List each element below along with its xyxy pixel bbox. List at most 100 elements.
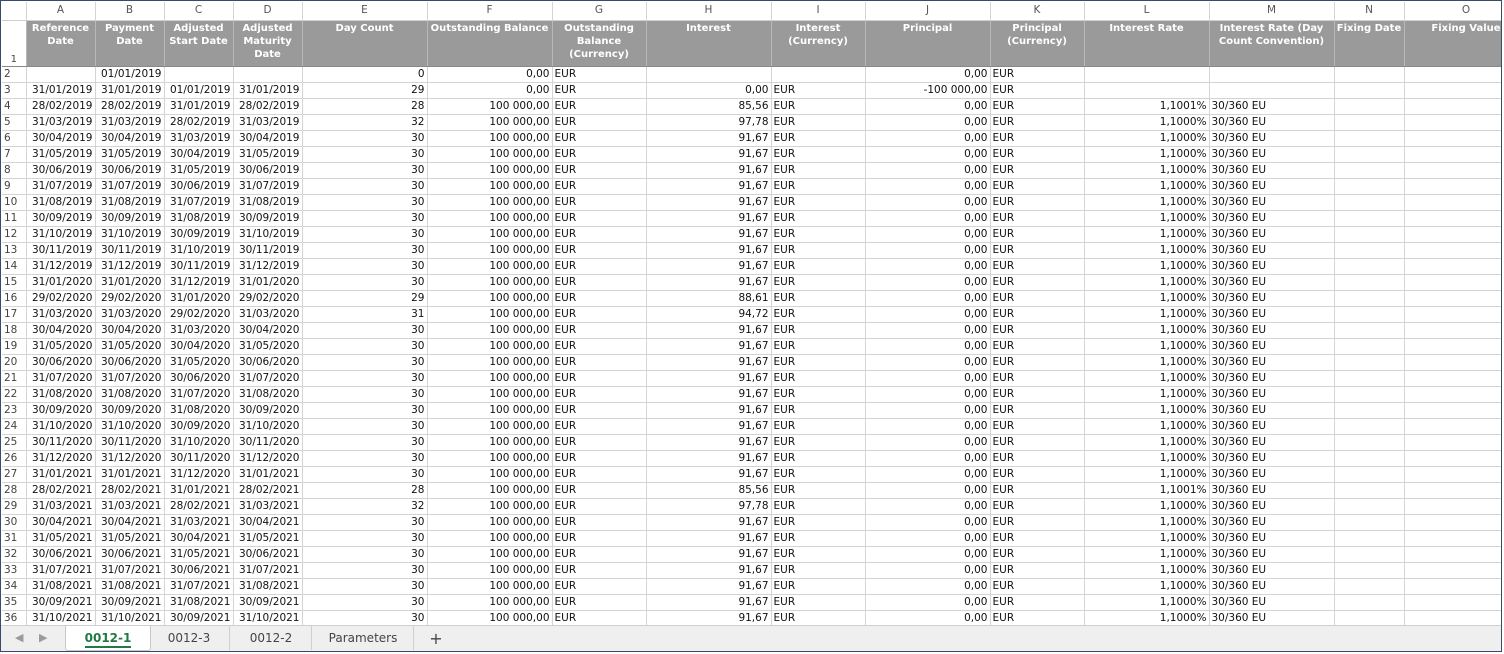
- cell-n[interactable]: [1334, 594, 1405, 611]
- cell-n[interactable]: [1334, 82, 1405, 99]
- cell-l[interactable]: 1,1000%: [1084, 114, 1210, 131]
- cell-j[interactable]: 0,00: [865, 370, 991, 387]
- cell-a[interactable]: 31/10/2020: [26, 418, 96, 435]
- cell-b[interactable]: 31/01/2019: [95, 82, 165, 99]
- cell-f[interactable]: 100 000,00: [427, 226, 553, 243]
- cell-m[interactable]: 30/360 EU: [1209, 370, 1335, 387]
- cell-a[interactable]: 28/02/2019: [26, 98, 96, 115]
- cell-c[interactable]: 31/07/2020: [164, 386, 234, 403]
- cell-g[interactable]: EUR: [552, 226, 647, 243]
- column-letter-g[interactable]: G: [552, 2, 647, 21]
- cell-e[interactable]: 30: [302, 162, 428, 179]
- cell-i[interactable]: EUR: [771, 434, 866, 451]
- cell-i[interactable]: EUR: [771, 178, 866, 195]
- cell-a[interactable]: 30/06/2019: [26, 162, 96, 179]
- cell-e[interactable]: 30: [302, 386, 428, 403]
- row-number[interactable]: 10: [2, 194, 27, 211]
- cell-h[interactable]: 94,72: [646, 306, 772, 323]
- cell-d[interactable]: 31/05/2019: [233, 146, 303, 163]
- cell-g[interactable]: EUR: [552, 322, 647, 339]
- cell-g[interactable]: EUR: [552, 530, 647, 547]
- cell-i[interactable]: EUR: [771, 530, 866, 547]
- cell-h[interactable]: 91,67: [646, 594, 772, 611]
- cell-e[interactable]: 30: [302, 258, 428, 275]
- cell-l[interactable]: 1,1000%: [1084, 338, 1210, 355]
- cell-i[interactable]: EUR: [771, 162, 866, 179]
- cell-e[interactable]: 32: [302, 498, 428, 515]
- cell-n[interactable]: [1334, 610, 1405, 625]
- column-letter-h[interactable]: H: [646, 2, 772, 21]
- cell-b[interactable]: 31/05/2021: [95, 530, 165, 547]
- cell-b[interactable]: 31/12/2020: [95, 450, 165, 467]
- cell-a[interactable]: 30/04/2019: [26, 130, 96, 147]
- cell-h[interactable]: 91,67: [646, 146, 772, 163]
- cell-d[interactable]: 31/01/2020: [233, 274, 303, 291]
- cell-o[interactable]: [1404, 114, 1501, 131]
- cell-o[interactable]: [1404, 306, 1501, 323]
- cell-l[interactable]: 1,1000%: [1084, 514, 1210, 531]
- cell-j[interactable]: 0,00: [865, 450, 991, 467]
- cell-n[interactable]: [1334, 274, 1405, 291]
- cell-d[interactable]: 30/04/2021: [233, 514, 303, 531]
- cell-f[interactable]: 100 000,00: [427, 578, 553, 595]
- cell-h[interactable]: 91,67: [646, 578, 772, 595]
- cell-k[interactable]: EUR: [990, 482, 1085, 499]
- cell-o[interactable]: [1404, 466, 1501, 483]
- cell-e[interactable]: 30: [302, 226, 428, 243]
- cell-i[interactable]: EUR: [771, 466, 866, 483]
- cell-o[interactable]: [1404, 578, 1501, 595]
- cell-d[interactable]: 31/07/2019: [233, 178, 303, 195]
- cell-m[interactable]: 30/360 EU: [1209, 482, 1335, 499]
- cell-e[interactable]: 30: [302, 354, 428, 371]
- cell-a[interactable]: 31/08/2021: [26, 578, 96, 595]
- cell-j[interactable]: 0,00: [865, 258, 991, 275]
- cell-l[interactable]: 1,1000%: [1084, 498, 1210, 515]
- column-letter-e[interactable]: E: [302, 2, 428, 21]
- cell-c[interactable]: 31/03/2021: [164, 514, 234, 531]
- cell-i[interactable]: EUR: [771, 354, 866, 371]
- row-number[interactable]: 29: [2, 498, 27, 515]
- cell-h[interactable]: [646, 66, 772, 83]
- cell-k[interactable]: EUR: [990, 258, 1085, 275]
- header-cell-l[interactable]: Interest Rate: [1084, 20, 1210, 67]
- cell-k[interactable]: EUR: [990, 114, 1085, 131]
- cell-j[interactable]: 0,00: [865, 434, 991, 451]
- cell-k[interactable]: EUR: [990, 434, 1085, 451]
- cell-l[interactable]: [1084, 66, 1210, 83]
- cell-d[interactable]: 31/08/2021: [233, 578, 303, 595]
- cell-a[interactable]: 30/04/2021: [26, 514, 96, 531]
- cell-o[interactable]: [1404, 530, 1501, 547]
- cell-d[interactable]: 31/12/2019: [233, 258, 303, 275]
- cell-k[interactable]: EUR: [990, 194, 1085, 211]
- cell-g[interactable]: EUR: [552, 146, 647, 163]
- row-number[interactable]: 11: [2, 210, 27, 227]
- cell-i[interactable]: EUR: [771, 482, 866, 499]
- cell-d[interactable]: 31/01/2019: [233, 82, 303, 99]
- cell-d[interactable]: 30/11/2020: [233, 434, 303, 451]
- cell-j[interactable]: 0,00: [865, 274, 991, 291]
- cell-h[interactable]: 91,67: [646, 322, 772, 339]
- row-number[interactable]: 14: [2, 258, 27, 275]
- cell-e[interactable]: 30: [302, 274, 428, 291]
- cell-g[interactable]: EUR: [552, 594, 647, 611]
- cell-o[interactable]: [1404, 66, 1501, 83]
- row-number[interactable]: 19: [2, 338, 27, 355]
- cell-f[interactable]: 100 000,00: [427, 162, 553, 179]
- cell-g[interactable]: EUR: [552, 514, 647, 531]
- cell-g[interactable]: EUR: [552, 162, 647, 179]
- cell-o[interactable]: [1404, 274, 1501, 291]
- cell-h[interactable]: 91,67: [646, 386, 772, 403]
- cell-c[interactable]: [164, 66, 234, 83]
- cell-d[interactable]: 30/06/2020: [233, 354, 303, 371]
- cell-g[interactable]: EUR: [552, 354, 647, 371]
- cell-g[interactable]: EUR: [552, 114, 647, 131]
- cell-e[interactable]: 30: [302, 146, 428, 163]
- cell-k[interactable]: EUR: [990, 82, 1085, 99]
- cell-d[interactable]: 31/07/2020: [233, 370, 303, 387]
- cell-d[interactable]: 31/03/2019: [233, 114, 303, 131]
- cell-c[interactable]: 30/09/2019: [164, 226, 234, 243]
- header-cell-o[interactable]: Fixing Value: [1404, 20, 1501, 67]
- cell-d[interactable]: 31/01/2021: [233, 466, 303, 483]
- cell-m[interactable]: 30/360 EU: [1209, 322, 1335, 339]
- cell-m[interactable]: 30/360 EU: [1209, 258, 1335, 275]
